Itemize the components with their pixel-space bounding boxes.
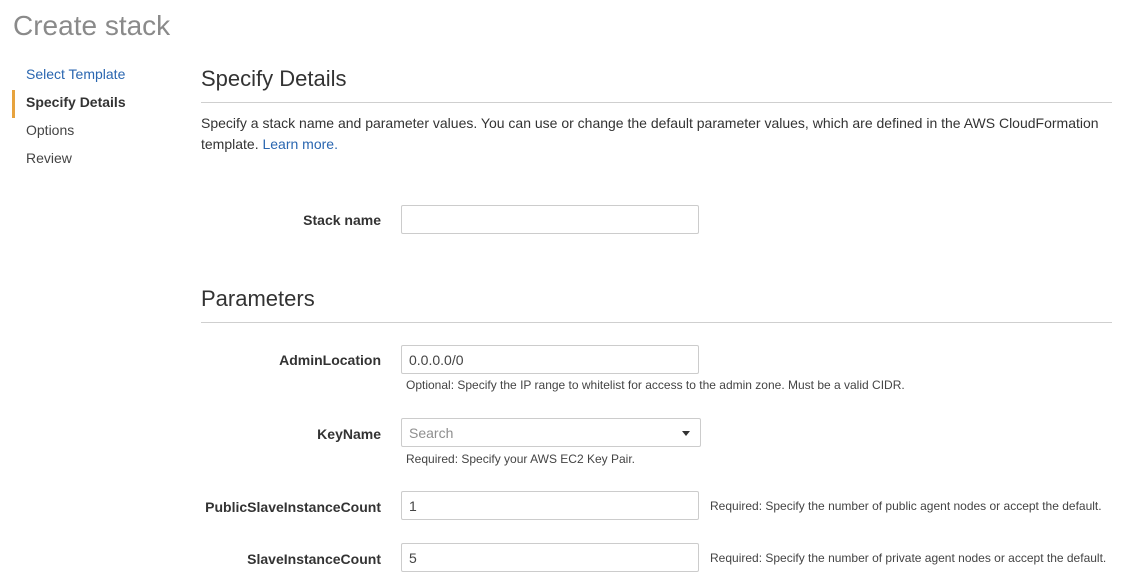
stack-name-input[interactable] — [401, 205, 699, 234]
sidebar-item-specify-details[interactable]: Specify Details — [12, 90, 172, 118]
specify-details-heading: Specify Details — [201, 66, 347, 91]
public-slave-instance-count-input[interactable] — [401, 491, 699, 520]
key-name-label: KeyName — [317, 426, 381, 442]
sidebar-item-review: Review — [26, 150, 72, 166]
admin-location-label: AdminLocation — [279, 352, 381, 368]
key-name-help: Required: Specify your AWS EC2 Key Pair. — [406, 452, 635, 466]
public-slave-instance-count-help: Required: Specify the number of public a… — [710, 499, 1102, 513]
sidebar-item-options: Options — [26, 122, 75, 138]
admin-location-input[interactable] — [401, 345, 699, 374]
slave-instance-count-help: Required: Specify the number of private … — [710, 551, 1107, 565]
key-name-select[interactable]: Search — [401, 418, 701, 447]
public-slave-instance-count-label: PublicSlaveInstanceCount — [205, 499, 381, 515]
section-divider — [201, 322, 1112, 323]
slave-instance-count-input[interactable] — [401, 543, 699, 572]
stack-name-label: Stack name — [303, 212, 381, 228]
details-description: Specify a stack name and parameter value… — [201, 113, 1111, 155]
page-title: Create stack — [13, 10, 171, 41]
caret-down-icon — [682, 431, 690, 436]
slave-instance-count-label: SlaveInstanceCount — [247, 551, 381, 567]
key-name-placeholder: Search — [409, 425, 454, 441]
parameters-heading: Parameters — [201, 286, 315, 311]
wizard-steps-nav: Select Template Specify Details Options … — [12, 62, 172, 174]
admin-location-help: Optional: Specify the IP range to whitel… — [406, 378, 905, 392]
learn-more-link[interactable]: Learn more. — [262, 136, 337, 152]
sidebar-item-select-template[interactable]: Select Template — [12, 62, 172, 90]
section-divider — [201, 102, 1112, 103]
